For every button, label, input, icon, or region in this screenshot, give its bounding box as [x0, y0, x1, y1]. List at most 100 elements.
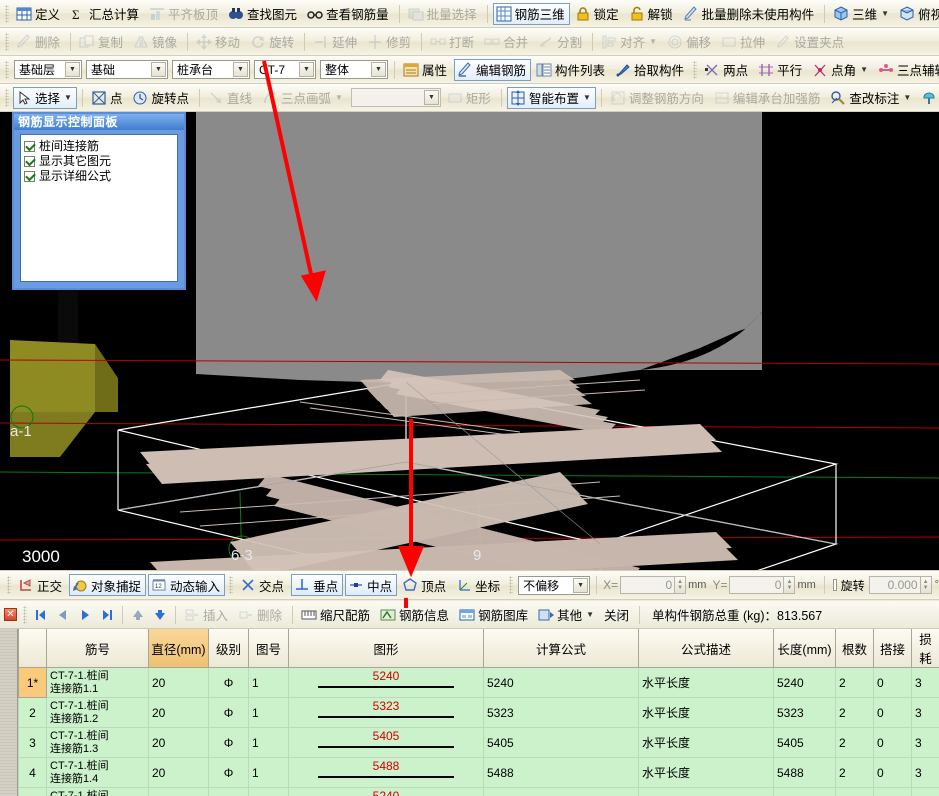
chevron-down-icon[interactable]: ▼ [371, 62, 386, 77]
checkbox-row[interactable]: 显示详细公式 [24, 169, 174, 184]
formula-cell[interactable]: 5240 [483, 667, 639, 698]
x-input[interactable]: 0 [620, 576, 676, 594]
lap-cell[interactable]: 0 [873, 787, 912, 796]
combo-4[interactable]: 整体 ▼ [320, 60, 388, 79]
col-header-loss[interactable]: 损耗 [911, 629, 939, 668]
grade-cell[interactable]: Φ [208, 727, 249, 758]
rotate-spinner[interactable]: ▲ ▼ [920, 576, 932, 594]
chevron-down-icon[interactable]: ▼ [335, 93, 343, 102]
shape-cell[interactable]: 5240 [288, 667, 484, 698]
shape-cell[interactable]: 5405 [288, 727, 484, 758]
chevron-down-icon[interactable]: ▼ [233, 62, 248, 77]
length-cell[interactable]: 5240 [773, 667, 836, 698]
count-cell[interactable]: 2 [835, 667, 874, 698]
table-row[interactable]: 4 CT-7-1.桩间 连接筋1.4 20 Φ 1 5488 5488 水平长度 5488 2 0 3 [18, 757, 939, 788]
col-header-drawing_no[interactable]: 图号 [248, 629, 289, 668]
col-header-description[interactable]: 公式描述 [638, 629, 774, 668]
grade-cell[interactable]: Φ [208, 667, 249, 698]
shape-cell[interactable]: 5488 [288, 757, 484, 788]
col-header-name[interactable]: 筋号 [46, 629, 149, 668]
formula-cell[interactable]: 5405 [483, 727, 639, 758]
rebar-缩尺配筋-button[interactable]: 缩尺配筋 [298, 604, 375, 626]
count-cell[interactable]: 2 [835, 787, 874, 796]
toolbar-button-解锁[interactable]: 解锁 [626, 3, 678, 25]
toolbar-button-定义[interactable]: 定义 [13, 3, 65, 25]
draw-button-旋转点[interactable]: 旋转点 [129, 87, 194, 109]
drawing-no-cell[interactable]: 1 [248, 727, 289, 758]
description-cell[interactable]: 水平长度 [638, 727, 774, 758]
rebar-其他-button[interactable]: 其他 ▼ [535, 604, 599, 626]
toolbar-button-查看钢筋量[interactable]: 查看钢筋量 [304, 3, 394, 25]
chevron-down-icon[interactable]: ▼ [649, 37, 657, 46]
loss-cell[interactable]: 3 [911, 667, 939, 698]
snap-point-2[interactable]: 中点 [345, 574, 398, 596]
toolbar-button-钢筋三维[interactable]: 钢筋三维 [492, 2, 570, 25]
nav-up-button[interactable] [127, 605, 149, 625]
rebar-display-control-panel[interactable]: 钢筋显示控制面板 桩间连接筋 显示其它图元 显示详细公式 [12, 112, 186, 290]
snapbar-grip[interactable] [229, 576, 234, 594]
row-number[interactable]: 5 [18, 787, 47, 796]
combo-1[interactable]: 基础 ▼ [86, 60, 168, 79]
loss-cell[interactable]: 3 [911, 697, 939, 728]
component-button-两点[interactable]: 两点 [701, 59, 753, 81]
nav-prev-button[interactable] [52, 605, 74, 625]
rebar-钢筋图库-button[interactable]: 钢筋图库 [456, 604, 533, 626]
drawing-no-cell[interactable]: 1 [248, 697, 289, 728]
checkbox-icon[interactable] [24, 141, 35, 152]
lap-cell[interactable]: 0 [873, 757, 912, 788]
rebar-table[interactable]: 筋号 直径(mm) 级别 图号 图形 计算公式 公式描述 长度(mm) 根数 搭接 损耗 1* CT-… [18, 629, 939, 796]
table-row[interactable]: 3 CT-7-1.桩间 连接筋1.3 20 Φ 1 5405 5405 水平长度 5405 2 0 3 [18, 727, 939, 758]
col-header-shape[interactable]: 图形 [288, 629, 484, 668]
rotate-checkbox[interactable] [832, 579, 837, 591]
formula-cell[interactable]: 5240 [483, 787, 639, 796]
col-header-count[interactable]: 根数 [835, 629, 874, 668]
rebar-name-cell[interactable]: CT-7-1.桩间连接筋2.1 [46, 787, 149, 796]
rebar-name-cell[interactable]: CT-7-1.桩间 连接筋1.1 [46, 667, 149, 698]
diameter-cell[interactable]: 20 [148, 787, 209, 796]
chevron-down-icon[interactable]: ▼ [64, 93, 72, 102]
row-number[interactable]: 4 [18, 757, 47, 788]
row-number[interactable]: 2 [18, 697, 47, 728]
drawing-no-cell[interactable]: 1 [248, 757, 289, 788]
description-cell[interactable]: 水平长度 [638, 697, 774, 728]
combo-2[interactable]: 桩承台 ▼ [172, 60, 250, 79]
checkbox-row[interactable]: 桩间连接筋 [24, 139, 174, 154]
count-cell[interactable]: 2 [835, 727, 874, 758]
lap-cell[interactable]: 0 [873, 697, 912, 728]
draw-button-选择[interactable]: 选择 ▼ [13, 86, 77, 109]
close-icon[interactable]: ✕ [4, 608, 17, 621]
diameter-cell[interactable]: 20 [148, 757, 209, 788]
draw-button-应用到同名承台[interactable]: 应用到同名承台 [918, 87, 939, 109]
component-button-属性[interactable]: 属性 [400, 59, 452, 81]
combo-0[interactable]: 基础层 ▼ [14, 60, 82, 79]
row-number[interactable]: 3 [18, 727, 47, 758]
col-header-diameter[interactable]: 直径(mm) [148, 629, 209, 668]
toolbar-button-批量删除未使用构件[interactable]: 批量删除未使用构件 [680, 3, 820, 25]
component-button-三点辅轴[interactable]: 三点辅轴▼ [875, 59, 939, 81]
nav-first-button[interactable] [30, 605, 52, 625]
checkbox-icon[interactable] [24, 171, 35, 182]
col-header-length[interactable]: 长度(mm) [773, 629, 836, 668]
3d-viewport[interactable]: Z X Y 钢筋显示控制面板 桩间连接筋 显示其它图元 显示详细公式 [0, 112, 939, 570]
lap-cell[interactable]: 0 [873, 667, 912, 698]
checkbox-row[interactable]: 显示其它图元 [24, 154, 174, 169]
nav-next-button[interactable] [74, 605, 96, 625]
toolbar-grip[interactable] [5, 4, 9, 23]
rebar-钢筋信息-button[interactable]: 钢筋信息 [377, 604, 454, 626]
toolbar-button-锁定[interactable]: 锁定 [572, 3, 624, 25]
loss-cell[interactable]: 3 [911, 727, 939, 758]
row-number[interactable]: 1* [18, 667, 47, 698]
snapbar-grip[interactable] [7, 576, 11, 594]
snap-mode-0[interactable]: 正交 [15, 574, 67, 596]
chevron-down-icon[interactable]: ▼ [586, 610, 594, 619]
draw-button-点[interactable]: 点 [88, 87, 128, 109]
formula-cell[interactable]: 5323 [483, 697, 639, 728]
drawing-no-cell[interactable]: 1 [248, 787, 289, 796]
y-input[interactable]: 0 [729, 576, 785, 594]
col-header-grade[interactable]: 级别 [208, 629, 249, 668]
loss-cell[interactable]: 3 [911, 787, 939, 796]
table-row[interactable]: 1* CT-7-1.桩间 连接筋1.1 20 Φ 1 5240 5240 水平长度 5240 2 0 3 [18, 667, 939, 698]
combo-3[interactable]: CT-7 ▼ [254, 60, 316, 79]
length-cell[interactable]: 5323 [773, 697, 836, 728]
diameter-cell[interactable]: 20 [148, 697, 209, 728]
